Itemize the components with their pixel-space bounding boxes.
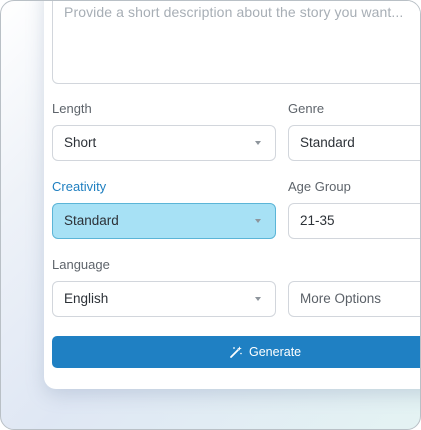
magic-wand-icon bbox=[230, 346, 242, 358]
language-select[interactable]: English bbox=[52, 281, 276, 317]
creativity-select[interactable]: Standard bbox=[52, 203, 276, 239]
more-options-select[interactable]: More Options bbox=[288, 281, 420, 317]
genre-select-value: Standard bbox=[300, 135, 355, 150]
story-description-placeholder: Provide a short description about the st… bbox=[64, 4, 404, 20]
creativity-label: Creativity bbox=[52, 179, 107, 194]
language-label: Language bbox=[52, 257, 110, 272]
chevron-down-icon bbox=[255, 219, 261, 223]
length-label: Length bbox=[52, 101, 92, 116]
creativity-select-value: Standard bbox=[64, 213, 119, 228]
age-group-label: Age Group bbox=[288, 179, 351, 194]
more-options-label: More Options bbox=[300, 291, 382, 306]
age-group-select-value: 21-35 bbox=[300, 213, 335, 228]
panel-frame: Provide a short description about the st… bbox=[0, 0, 421, 430]
age-group-select[interactable]: 21-35 bbox=[288, 203, 420, 239]
story-description-textarea[interactable]: Provide a short description about the st… bbox=[52, 1, 420, 84]
language-select-value: English bbox=[64, 291, 109, 306]
chevron-down-icon bbox=[255, 141, 261, 145]
length-select-value: Short bbox=[64, 135, 97, 150]
genre-select[interactable]: Standard bbox=[288, 125, 420, 161]
generate-button-label: Generate bbox=[249, 345, 302, 359]
generate-button[interactable]: Generate bbox=[52, 336, 420, 368]
genre-label: Genre bbox=[288, 101, 325, 116]
chevron-down-icon bbox=[255, 297, 261, 301]
length-select[interactable]: Short bbox=[52, 125, 276, 161]
